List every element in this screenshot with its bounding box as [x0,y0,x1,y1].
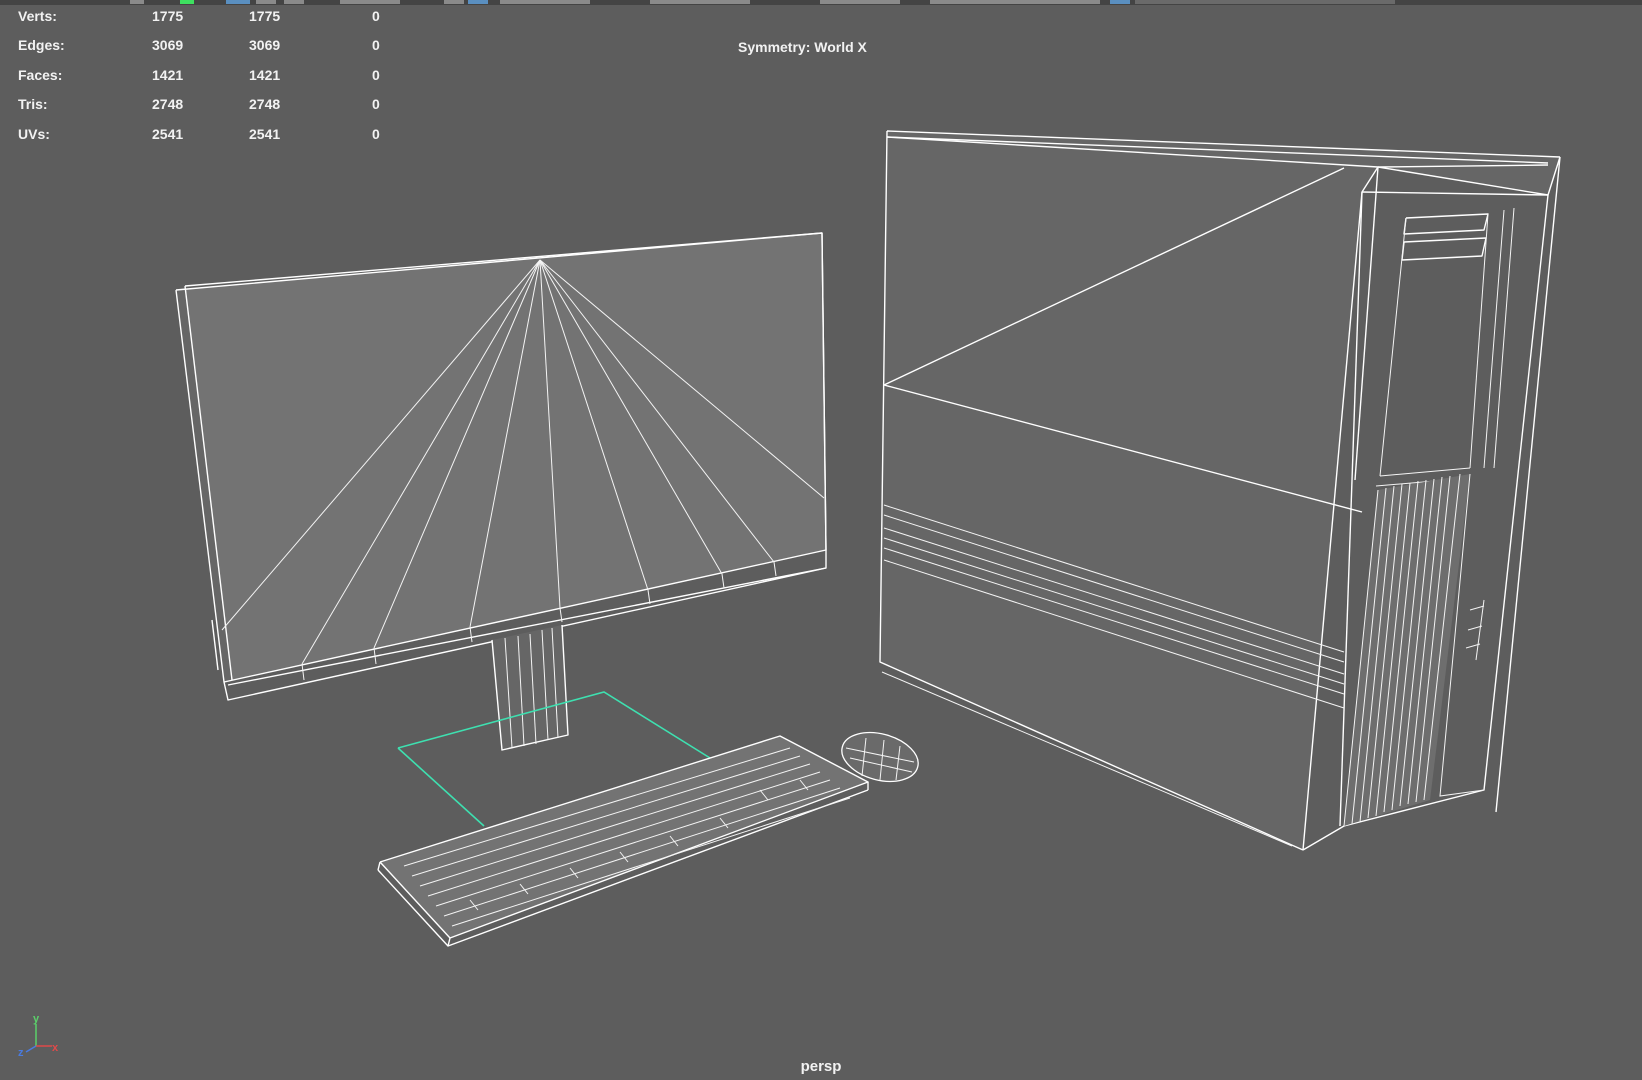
hud-row-faces: Faces: 1421 1421 0 [18,67,398,96]
hud-row-edges: Edges: 3069 3069 0 [18,37,398,66]
hud-value: 2541 [249,125,281,142]
axis-gizmo-icon: y x z [18,1013,59,1059]
hud-label: Faces: [18,66,63,83]
hud-value: 0 [372,125,380,142]
hud-value: 0 [372,96,380,113]
camera-name-label: persp [800,1058,842,1075]
monitor-model[interactable] [175,232,827,827]
hud-label: Edges: [18,37,65,54]
hud-label: Verts: [18,8,57,24]
hud-label: Tris: [18,96,48,113]
axis-label-z: z [18,1047,24,1059]
poly-count-hud: Verts: 1775 1775 0 Edges: 3069 3069 0 Fa… [18,8,398,155]
hud-row-uvs: UVs: 2541 2541 0 [18,126,398,155]
hud-value: 2541 [152,125,184,142]
hud-value: 3069 [152,37,184,54]
hud-value: 1775 [249,8,281,24]
axis-label-y: y [33,1013,40,1025]
pc-tower-model[interactable] [879,130,1561,851]
hud-value: 1421 [249,66,281,83]
hud-value: 2748 [152,96,184,113]
axis-label-x: x [52,1042,59,1054]
hud-label: UVs: [18,125,50,142]
hud-row-verts: Verts: 1775 1775 0 [18,8,398,37]
hud-value: 0 [372,8,380,24]
scene-canvas[interactable] [0,0,1642,1080]
keyboard-model[interactable] [377,735,869,947]
hud-value: 0 [372,37,380,54]
hud-value: 0 [372,66,380,83]
hud-row-tris: Tris: 2748 2748 0 [18,96,398,125]
hud-value: 3069 [249,37,281,54]
symmetry-indicator: Symmetry: World X [738,39,867,55]
hud-value: 1421 [152,66,184,83]
hud-value: 1775 [152,8,184,24]
hud-value: 2748 [249,96,281,113]
viewport-persp[interactable]: Verts: 1775 1775 0 Edges: 3069 3069 0 Fa… [0,0,1642,1080]
